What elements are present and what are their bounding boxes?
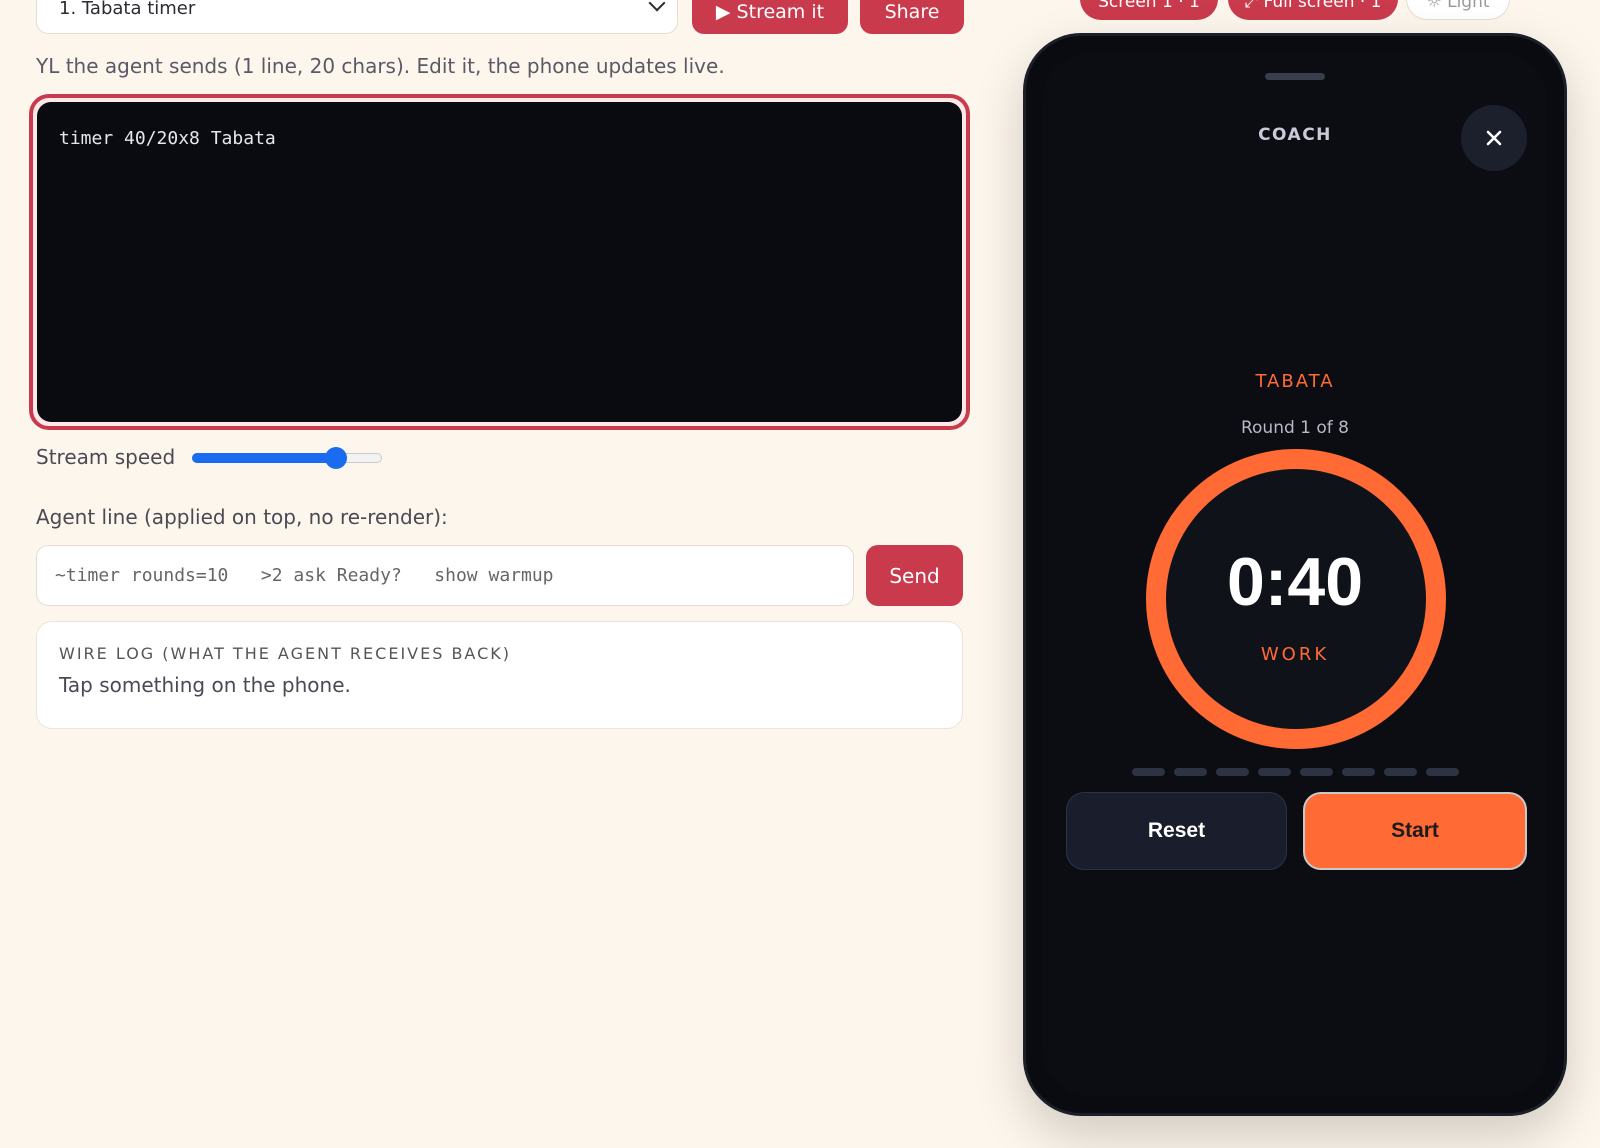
agent-line-input[interactable] (36, 545, 854, 606)
agent-line-label: Agent line (applied on top, no re-render… (36, 505, 448, 529)
reset-button[interactable]: Reset (1066, 792, 1287, 870)
slider-fill (192, 453, 337, 463)
share-button[interactable]: Share (860, 0, 964, 34)
close-button[interactable] (1461, 105, 1527, 171)
timer-display: 0:40 (1226, 544, 1364, 620)
screen-pill[interactable]: Screen 1 · 1 (1080, 0, 1218, 20)
editor-frame: timer 40/20x8 Tabata (29, 94, 970, 430)
stream-speed-slider[interactable] (192, 447, 382, 469)
wire-log-title: Wire log (what the agent receives back) (59, 644, 511, 663)
editor-help-text: YL the agent sends (1 line, 20 chars). E… (36, 54, 725, 78)
theme-toggle-pill[interactable]: ☼ Light (1406, 0, 1510, 20)
round-dot (1173, 768, 1207, 776)
phone-screen: COACH TABATA Round 1 of 8 0:40 WORK Rese… (1043, 53, 1547, 1096)
preset-select-value: 1. Tabata timer (59, 0, 196, 19)
round-dot (1131, 768, 1165, 776)
phone-notch (1265, 73, 1325, 80)
round-text: Round 1 of 8 (1240, 418, 1350, 438)
yl-editor[interactable]: timer 40/20x8 Tabata (37, 102, 962, 422)
round-dot (1257, 768, 1291, 776)
mode-label: TABATA (1255, 371, 1335, 392)
fullscreen-pill[interactable]: ⤢ Full screen · 1 (1228, 0, 1398, 20)
phone-frame: COACH TABATA Round 1 of 8 0:40 WORK Rese… (1023, 33, 1567, 1116)
start-button[interactable]: Start (1303, 792, 1527, 870)
send-button[interactable]: Send (866, 545, 963, 606)
round-dot (1383, 768, 1417, 776)
slider-thumb[interactable] (325, 447, 348, 469)
close-icon (1486, 130, 1502, 146)
round-dot (1341, 768, 1375, 776)
phase-label: WORK (1260, 644, 1330, 665)
round-indicator (1043, 768, 1547, 776)
chevron-down-icon (648, 0, 666, 12)
stream-speed-label: Stream speed (36, 445, 176, 469)
preset-select[interactable]: 1. Tabata timer (36, 0, 678, 34)
wire-log-body: Tap something on the phone. (59, 673, 351, 697)
round-dot (1215, 768, 1249, 776)
wire-log: Wire log (what the agent receives back) … (36, 621, 963, 729)
round-dot (1425, 768, 1459, 776)
round-dot (1299, 768, 1333, 776)
stream-button[interactable]: ▶ Stream it (692, 0, 848, 34)
